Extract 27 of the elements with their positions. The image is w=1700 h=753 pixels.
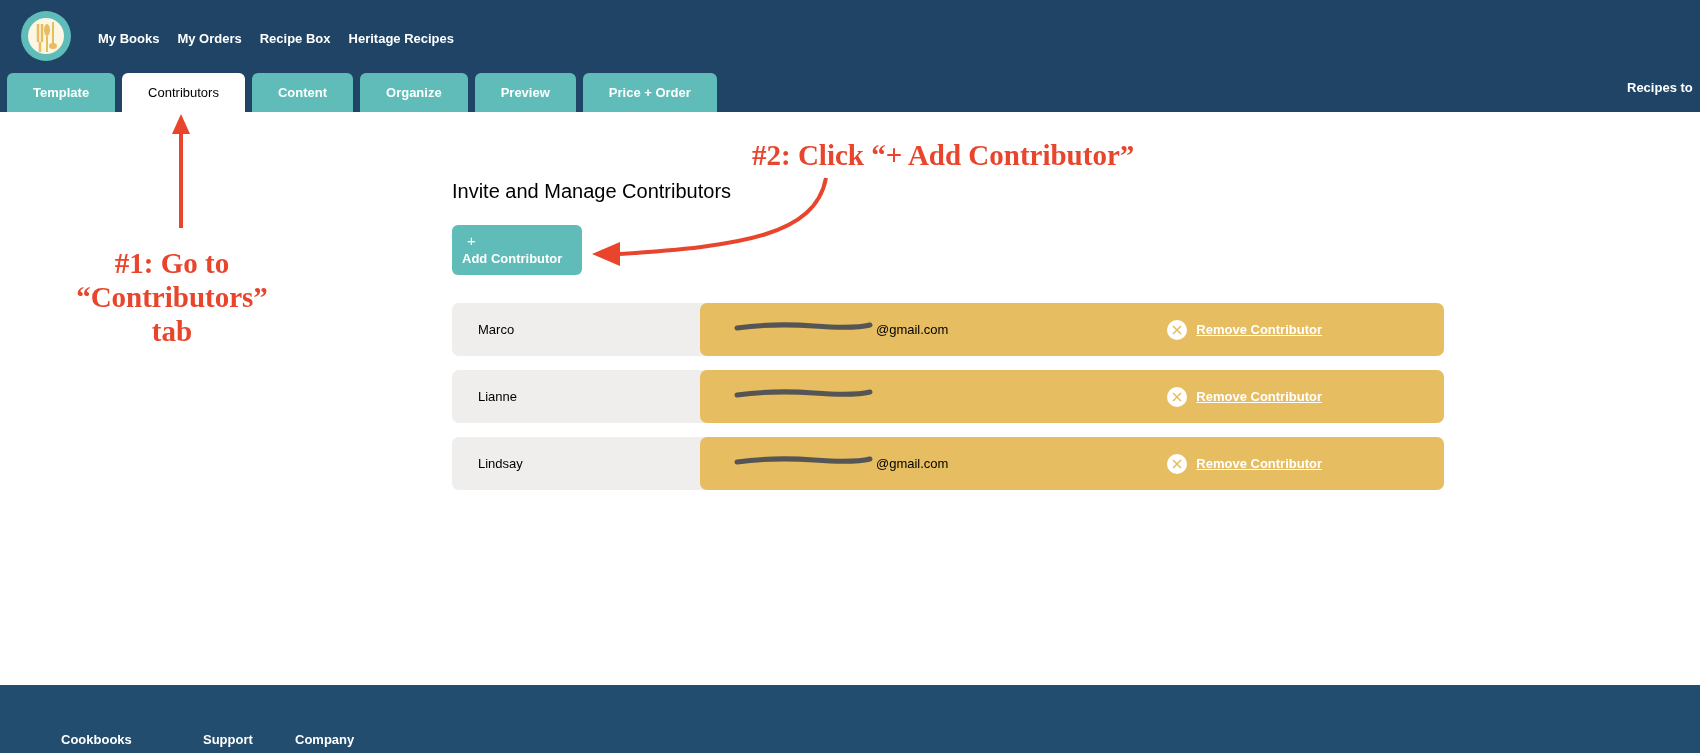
- remove-contributor-link[interactable]: Remove Contributor: [1196, 453, 1322, 474]
- logo-icon[interactable]: [20, 10, 72, 62]
- tab[interactable]: Content: [251, 73, 354, 112]
- nav-link[interactable]: My Orders: [177, 29, 242, 49]
- tab[interactable]: Template: [7, 73, 116, 112]
- nav-link[interactable]: My Books: [98, 29, 160, 49]
- tab[interactable]: Organize: [360, 73, 468, 112]
- annotation-text: #1: Go to “Contributors” tab: [75, 246, 269, 348]
- email-text: @gmail.com: [876, 454, 949, 473]
- remove-icon[interactable]: [1167, 386, 1188, 407]
- recipes-link[interactable]: Recipes to: [1627, 78, 1693, 98]
- remove-contributor-link[interactable]: Remove Contributor: [1196, 319, 1322, 340]
- remove-contributor-link[interactable]: Remove Contributor: [1196, 386, 1322, 407]
- footer-heading: Support: [203, 730, 254, 749]
- email-text: @gmail.com: [876, 320, 949, 339]
- footer-heading: Company: [295, 730, 356, 749]
- nav-link[interactable]: Heritage Recipes: [348, 29, 455, 49]
- tab[interactable]: Preview: [474, 73, 576, 112]
- remove-icon[interactable]: [1167, 453, 1188, 474]
- nav-link[interactable]: Recipe Box: [259, 29, 331, 49]
- tab[interactable]: Price + Order: [582, 73, 717, 112]
- page-heading: Invite and Manage Contributors: [452, 179, 733, 204]
- footer-heading: Cookbooks: [61, 730, 133, 749]
- tab[interactable]: Contributors: [122, 73, 245, 112]
- annotation-text: #2: Click “+ Add Contributor”: [752, 138, 1135, 172]
- remove-icon[interactable]: [1167, 319, 1188, 340]
- add-contributor-button[interactable]: + Add Contributor: [452, 225, 582, 275]
